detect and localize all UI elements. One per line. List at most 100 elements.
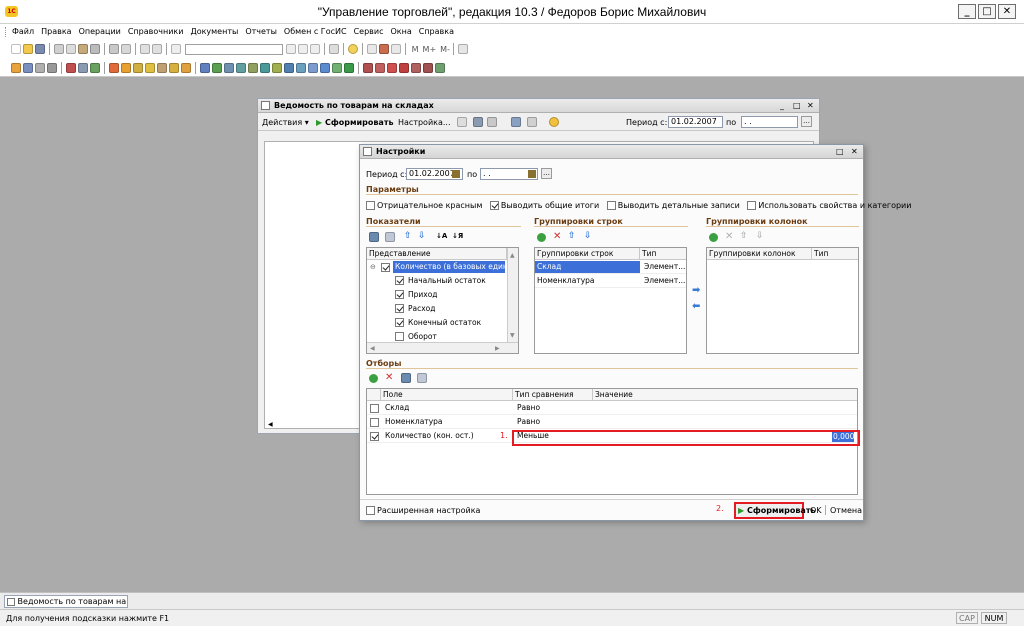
filters-col-compare[interactable]: Тип сравнения (513, 389, 593, 401)
row-groups-table[interactable]: Группировки строк Тип Склад Элемент... Н… (534, 247, 687, 354)
advanced-settings[interactable]: Расширенная настройка (366, 505, 480, 516)
sales-icon[interactable] (121, 63, 131, 73)
calculator-icon[interactable] (379, 44, 390, 54)
doc-icon[interactable] (11, 63, 21, 73)
info-icon[interactable] (348, 44, 359, 54)
menu-catalogs[interactable]: Справочники (128, 27, 184, 36)
period-to-calendar-icon[interactable] (528, 170, 536, 178)
indicators-root-row[interactable]: ⊖ Количество (в базовых единиц (367, 261, 507, 274)
menu-operations[interactable]: Операции (79, 27, 121, 36)
vscroll-up-icon[interactable]: ▲ (510, 250, 515, 261)
indicator-row[interactable]: Приход (395, 289, 438, 301)
ok-button[interactable]: OK (810, 505, 822, 516)
report-a-icon[interactable] (363, 63, 373, 73)
filter-checkbox-quantity[interactable] (370, 432, 379, 441)
indicator-checkbox-turnover[interactable] (395, 332, 404, 341)
price-icon[interactable] (169, 63, 179, 73)
writeoff-icon[interactable] (236, 63, 246, 73)
vscroll-down-icon[interactable]: ▼ (510, 330, 515, 341)
menu-help[interactable]: Справка (419, 27, 454, 36)
advanced-settings-checkbox[interactable] (366, 506, 375, 515)
find-prev-icon[interactable] (310, 44, 321, 54)
move-to-rows-icon[interactable]: ⬅ (692, 301, 700, 312)
report-close-button[interactable]: ✕ (807, 100, 814, 111)
param-negative-red-checkbox[interactable] (366, 201, 375, 210)
param-details[interactable]: Выводить детальные записи (606, 201, 740, 210)
clear-search-icon[interactable] (286, 44, 297, 54)
transfer-icon[interactable] (260, 63, 270, 73)
menu-file[interactable]: Файл (12, 27, 34, 36)
preview-icon[interactable] (121, 44, 131, 54)
assembly-icon[interactable] (272, 63, 282, 73)
menu-reports[interactable]: Отчеты (245, 27, 277, 36)
open-icon[interactable] (23, 44, 33, 54)
report-min-button[interactable]: _ (780, 100, 784, 111)
filter-row[interactable]: Склад Равно (367, 402, 857, 415)
menu-edit[interactable]: Правка (41, 27, 71, 36)
indicator-checkbox-expense[interactable] (395, 304, 404, 313)
report-f-icon[interactable] (423, 63, 433, 73)
param-negative-red[interactable]: Отрицательное красным (366, 201, 482, 210)
menu-service[interactable]: Сервис (354, 27, 384, 36)
bank-icon[interactable] (157, 63, 167, 73)
sort-asc-icon[interactable]: ↓A (436, 231, 447, 242)
paste-icon[interactable] (78, 44, 88, 54)
period-from-calendar-icon[interactable] (452, 170, 460, 178)
reserve-icon[interactable] (296, 63, 306, 73)
row-group-row[interactable]: Номенклатура Элемент... (535, 275, 686, 288)
order-supplier-icon[interactable] (308, 63, 318, 73)
filters-col-check[interactable] (367, 389, 381, 401)
row-groups-col-name[interactable]: Группировки строк (535, 248, 640, 260)
maximize-button[interactable]: □ (978, 4, 996, 19)
move-to-columns-icon[interactable]: ➡ (692, 285, 700, 296)
col-group-down-icon[interactable]: ⇩ (756, 231, 764, 241)
search-icon[interactable] (171, 44, 181, 54)
row-groups-col-type[interactable]: Тип (640, 248, 686, 260)
report-period-from-input[interactable]: 01.02.2007 (668, 116, 723, 128)
indicator-row[interactable]: Начальный остаток (395, 275, 486, 287)
param-total-checkbox[interactable] (489, 201, 499, 210)
report-grid-icon[interactable] (487, 117, 497, 127)
hscroll-left-icon[interactable]: ◀ (370, 343, 375, 353)
print-forms-icon[interactable] (47, 63, 57, 73)
receipt-icon[interactable] (248, 63, 258, 73)
print-icon[interactable] (109, 44, 119, 54)
delete-filter-icon[interactable]: ✕ (385, 372, 393, 383)
indicator-checkbox-opening[interactable] (395, 276, 404, 285)
report-decode-icon[interactable] (511, 117, 521, 127)
report-table-icon[interactable] (473, 117, 483, 127)
copy-doc-icon[interactable] (329, 44, 340, 54)
add-filter-icon[interactable] (369, 374, 378, 383)
report-header-icon[interactable] (457, 117, 467, 127)
m-minus-button[interactable]: M- (440, 45, 450, 54)
report-c-icon[interactable] (387, 63, 397, 73)
menu-windows[interactable]: Окна (390, 27, 411, 36)
discount-icon[interactable] (181, 63, 191, 73)
hscroll-right-icon[interactable]: ▶ (495, 343, 500, 353)
filter-compare[interactable]: Равно (515, 416, 591, 428)
delete-row-group-icon[interactable]: ✕ (553, 231, 561, 242)
invoice-icon[interactable] (332, 63, 342, 73)
purchase-icon[interactable] (133, 63, 143, 73)
table-icon[interactable] (78, 63, 88, 73)
uncheck-all-icon[interactable] (385, 232, 395, 242)
delete-col-group-icon[interactable]: ✕ (725, 231, 733, 242)
barcode-icon[interactable] (344, 63, 354, 73)
param-details-checkbox[interactable] (606, 201, 616, 210)
period-select-button[interactable]: … (541, 168, 552, 179)
report-search-icon[interactable] (527, 117, 537, 127)
journal-icon[interactable] (23, 63, 33, 73)
structure-icon[interactable] (66, 63, 76, 73)
filter-compare[interactable]: Равно (515, 402, 591, 414)
move-icon[interactable] (212, 63, 222, 73)
new-icon[interactable] (11, 44, 21, 54)
filter-checkbox-nomenclature[interactable] (370, 418, 379, 427)
row-group-up-icon[interactable]: ⇧ (568, 231, 576, 241)
cancel-button[interactable]: Отмена (830, 505, 862, 516)
search-input[interactable] (184, 43, 283, 55)
chart-icon[interactable] (90, 63, 100, 73)
report-d-icon[interactable] (399, 63, 409, 73)
delete-icon[interactable] (90, 44, 100, 54)
warehouse-icon[interactable] (200, 63, 210, 73)
filters-col-value[interactable]: Значение (593, 389, 857, 401)
